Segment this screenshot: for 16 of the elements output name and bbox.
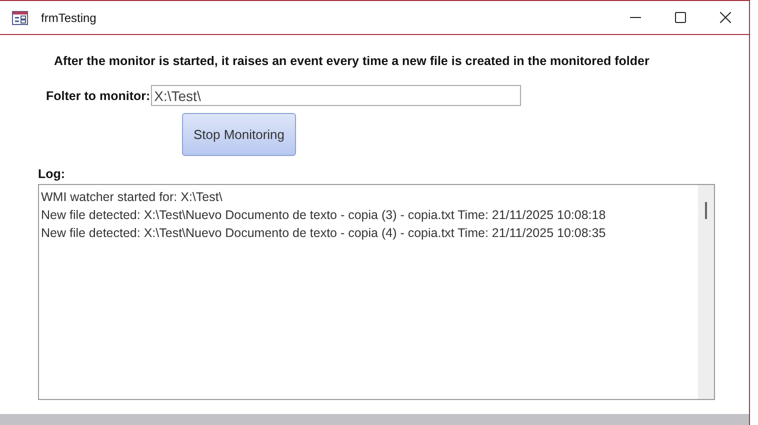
log-line: New file detected: X:\Test\Nuevo Documento de texto - copia (3) - copia.txt Time: 21/11/2025 10:08:18 bbox=[41, 207, 607, 224]
scrollbar-thumb[interactable] bbox=[705, 202, 707, 219]
horizontal-scrollbar[interactable] bbox=[0, 414, 749, 425]
log-box[interactable] bbox=[38, 184, 715, 400]
scrollbar[interactable] bbox=[698, 185, 714, 399]
instruction-text: After the monitor is started, it raises an event every time a new file is created in the monitored folder bbox=[54, 54, 650, 68]
window-title: frmTesting bbox=[41, 10, 96, 24]
log-label: Log: bbox=[38, 167, 66, 181]
folder-field[interactable]: X:\Test\ bbox=[151, 85, 522, 106]
stop-monitoring-button[interactable]: Stop Monitoring bbox=[182, 113, 296, 156]
field-label: Folter to monitor: bbox=[46, 88, 150, 102]
form-icon bbox=[12, 10, 28, 24]
close-icon[interactable] bbox=[720, 12, 731, 23]
maximize-icon[interactable] bbox=[675, 12, 686, 23]
log-line: WMI watcher started for: X:\Test\ bbox=[41, 189, 224, 206]
log-line: New file detected: X:\Test\Nuevo Documento de texto - copia (4) - copia.txt Time: 21/11/2025 10:08:35 bbox=[41, 225, 607, 242]
